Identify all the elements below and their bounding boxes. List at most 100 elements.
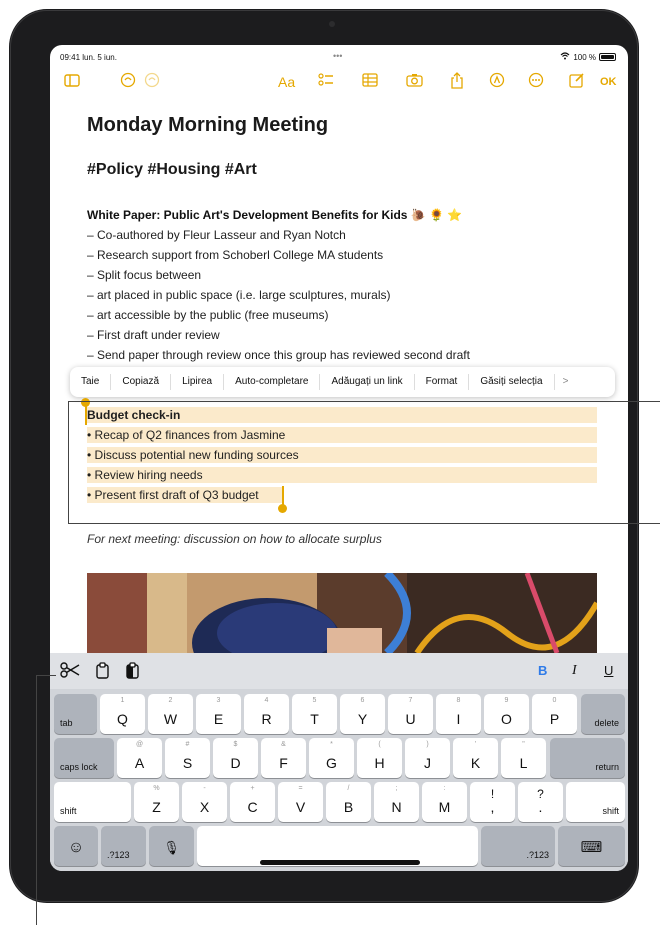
table-icon[interactable] <box>362 72 378 92</box>
key-p[interactable]: 0P <box>532 694 577 734</box>
note-tags[interactable]: #Policy #Housing #Art <box>87 161 257 179</box>
cut-icon[interactable] <box>60 662 80 682</box>
key-label: , <box>490 799 495 815</box>
key-question[interactable]: ?. <box>518 782 563 822</box>
front-camera <box>329 21 335 27</box>
key-alt-label: @ <box>135 741 144 748</box>
menu-add-link[interactable]: Adăugați un link <box>320 374 415 390</box>
checklist-icon[interactable] <box>318 72 334 93</box>
key-exclamation[interactable]: !, <box>470 782 515 822</box>
key-label: . <box>538 799 543 815</box>
undo-icon[interactable] <box>120 72 136 93</box>
key-f[interactable]: & F <box>261 738 306 778</box>
emoji-icon: ☺ <box>67 839 85 856</box>
shift-right-key[interactable]: shift <box>566 782 625 822</box>
numbers-left-label: .?123 <box>107 850 130 860</box>
key-x[interactable]: -X <box>182 782 227 822</box>
key-q[interactable]: 1Q <box>100 694 145 734</box>
key-alt-label: ) <box>426 741 429 748</box>
return-key[interactable]: return <box>550 738 625 778</box>
key-h[interactable]: (H <box>357 738 402 778</box>
delete-key[interactable]: delete <box>581 694 625 734</box>
key-label: J <box>424 755 431 771</box>
underline-button[interactable]: U <box>604 662 613 680</box>
more-icon[interactable] <box>528 72 544 93</box>
hide-keyboard-key[interactable]: ⌨ <box>558 826 625 866</box>
share-icon[interactable] <box>450 72 464 94</box>
key-o[interactable]: 9O <box>484 694 529 734</box>
home-indicator[interactable] <box>260 860 420 865</box>
key-alt-label: 9 <box>504 697 509 704</box>
menu-autofill[interactable]: Auto-completare <box>224 374 321 390</box>
next-meeting-line[interactable]: For next meeting: discussion on how to a… <box>87 532 382 546</box>
note-photo[interactable] <box>87 573 597 653</box>
note-line[interactable]: – art placed in public space (i.e. large… <box>87 288 390 302</box>
bold-button[interactable]: B <box>538 662 547 680</box>
key-g[interactable]: * G <box>309 738 354 778</box>
copy-icon[interactable] <box>95 662 111 683</box>
key-alt-label: " <box>522 741 525 748</box>
caps-lock-key[interactable]: caps lock <box>54 738 114 778</box>
key-m[interactable]: :M <box>422 782 467 822</box>
key-label: Z <box>152 799 161 815</box>
key-e[interactable]: 3E <box>196 694 241 734</box>
menu-format[interactable]: Format <box>415 374 470 390</box>
tab-key-label: tab <box>60 718 73 728</box>
key-w[interactable]: 2W <box>148 694 193 734</box>
key-l[interactable]: " L <box>501 738 546 778</box>
key-v[interactable]: = V <box>278 782 323 822</box>
key-c[interactable]: + C <box>230 782 275 822</box>
key-s[interactable]: # S <box>165 738 210 778</box>
note-line[interactable]: – Split focus between <box>87 268 201 282</box>
key-d[interactable]: $ D <box>213 738 258 778</box>
key-label: I <box>456 711 461 727</box>
key-a[interactable]: @ A <box>117 738 162 778</box>
markup-icon[interactable] <box>489 72 505 93</box>
key-label: B <box>343 799 354 815</box>
key-t[interactable]: 5T <box>292 694 337 734</box>
note-line[interactable]: – Send paper through review once this gr… <box>87 348 470 362</box>
done-button[interactable]: OK <box>600 72 617 92</box>
key-r[interactable]: 4R <box>244 694 289 734</box>
key-alt-label: 2 <box>168 697 173 704</box>
numbers-left-key[interactable]: .?123 <box>101 826 146 866</box>
key-z[interactable]: % Z <box>134 782 179 822</box>
multitasking-dots[interactable]: ••• <box>333 51 342 61</box>
key-k[interactable]: ' K <box>453 738 498 778</box>
selection-callout-bracket <box>68 401 660 524</box>
italic-button[interactable]: I <box>572 662 577 680</box>
note-title[interactable]: Monday Morning Meeting <box>87 114 328 137</box>
tab-key[interactable]: tab <box>54 694 97 734</box>
key-n[interactable]: ; N <box>374 782 419 822</box>
menu-cut[interactable]: Taie <box>70 374 112 390</box>
compose-icon[interactable] <box>569 72 585 93</box>
shift-left-key[interactable]: shift <box>54 782 131 822</box>
note-line[interactable]: – First draft under review <box>87 328 220 342</box>
emoji-key[interactable]: ☺ <box>54 826 98 866</box>
key-b[interactable]: / B <box>326 782 371 822</box>
sidebar-toggle-icon[interactable] <box>64 72 80 92</box>
key-y[interactable]: 6Y <box>340 694 385 734</box>
menu-find-selection[interactable]: Găsiți selecția <box>469 374 555 390</box>
numbers-right-key[interactable]: .?123 <box>481 826 555 866</box>
note-line[interactable]: – art accessible by the public (free mus… <box>87 308 328 322</box>
note-line[interactable]: – Co-authored by Fleur Lasseur and Ryan … <box>87 228 346 242</box>
key-label: U <box>405 711 416 727</box>
whitepaper-heading[interactable]: White Paper: Public Art's Development Be… <box>87 208 462 222</box>
paste-icon[interactable] <box>125 662 141 683</box>
camera-icon[interactable] <box>406 72 423 92</box>
note-line[interactable]: – Research support from Schoberl College… <box>87 248 383 262</box>
dictation-key[interactable]: 🎙 <box>149 826 194 866</box>
text-format-button[interactable]: Aa <box>278 72 295 92</box>
key-label: M <box>438 799 451 815</box>
menu-more-chevron[interactable]: > <box>555 374 577 390</box>
key-j[interactable]: ) J <box>405 738 450 778</box>
menu-copy[interactable]: Copiază <box>111 374 172 390</box>
key-u[interactable]: 7U <box>388 694 433 734</box>
redo-icon[interactable] <box>144 72 160 93</box>
key-i[interactable]: 8I <box>436 694 481 734</box>
shift-right-label: shift <box>602 806 619 816</box>
menu-paste[interactable]: Lipirea <box>171 374 225 390</box>
key-alt-label: ; <box>395 785 398 792</box>
key-alt-label: % <box>153 785 160 792</box>
